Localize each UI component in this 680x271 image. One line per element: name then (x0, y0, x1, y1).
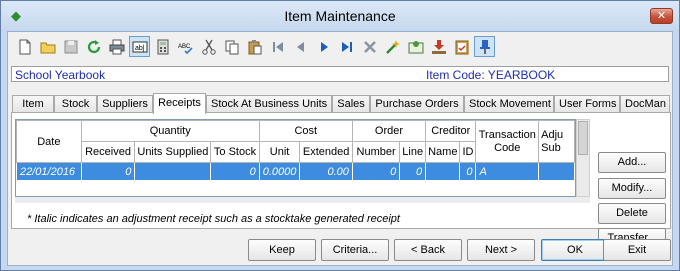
col-date[interactable]: Date (16, 120, 82, 163)
cell-unit[interactable]: 0.0000 (258, 162, 301, 181)
copy-icon[interactable] (221, 36, 242, 57)
next-button[interactable]: Next > (467, 239, 535, 261)
col-name[interactable]: Name (425, 141, 461, 163)
open-folder-icon[interactable] (37, 36, 58, 57)
receipts-grid[interactable]: Date Quantity Cost Order Creditor Transa… (15, 119, 576, 197)
import-icon[interactable] (428, 36, 449, 57)
wizard-icon[interactable] (382, 36, 403, 57)
modify-button[interactable]: Modify... (598, 178, 666, 199)
svg-text:ABC: ABC (178, 44, 191, 50)
exit-button[interactable]: Exit (603, 239, 671, 261)
delete-button[interactable]: Delete (598, 203, 666, 224)
receipts-panel: Date Quantity Cost Order Creditor Transa… (11, 112, 671, 249)
grid-vertical-scrollbar[interactable] (576, 119, 590, 197)
cell-units-supplied[interactable] (134, 162, 212, 181)
criteria-button[interactable]: Criteria... (321, 239, 389, 261)
col-group-creditor: Creditor (425, 120, 477, 142)
cut-icon[interactable] (198, 36, 219, 57)
tab-item[interactable]: Item (12, 95, 54, 113)
col-received[interactable]: Received (80, 141, 136, 163)
item-maintenance-window: ◆ Item Maintenance ✕ ab| ABC School Year… (0, 0, 680, 271)
item-code: Item Code: YEARBOOK (426, 68, 556, 82)
next-record-icon[interactable] (313, 36, 334, 57)
col-group-order: Order (351, 120, 427, 142)
tab-strip: Item Stock Suppliers Receipts Stock At B… (12, 93, 672, 114)
toolbar: ab| ABC (12, 35, 672, 59)
field-icon[interactable]: ab| (129, 36, 150, 57)
certificate-icon[interactable] (405, 36, 426, 57)
italic-note: * Italic indicates an adjustment receipt… (27, 213, 400, 225)
col-adjustment[interactable]: Adju Sub (538, 120, 575, 163)
ok-button[interactable]: OK (541, 239, 609, 261)
col-number[interactable]: Number (351, 141, 401, 163)
col-unit[interactable]: Unit (258, 141, 301, 163)
cell-id[interactable]: 0 (459, 162, 477, 181)
cell-extended[interactable]: 0.00 (299, 162, 353, 181)
spell-check-icon[interactable]: ABC (175, 36, 196, 57)
col-group-quantity: Quantity (80, 120, 260, 142)
cell-date[interactable]: 22/01/2016 (16, 162, 82, 181)
clipboard-check-icon[interactable] (451, 36, 472, 57)
close-button[interactable]: ✕ (650, 8, 673, 24)
col-extended[interactable]: Extended (299, 141, 353, 163)
tab-stock-movement[interactable]: Stock Movement (464, 95, 554, 113)
tab-user-forms[interactable]: User Forms (554, 95, 620, 113)
item-header: School Yearbook Item Code: YEARBOOK (11, 66, 669, 82)
delete-icon[interactable] (359, 36, 380, 57)
window-title: Item Maintenance (284, 8, 396, 24)
tab-docman[interactable]: DocMan (620, 95, 670, 113)
tab-receipts[interactable]: Receipts (153, 93, 206, 114)
col-units-supplied[interactable]: Units Supplied (134, 141, 212, 163)
first-record-icon[interactable] (267, 36, 288, 57)
client-area: ab| ABC School Yearbook Item Code: YEARB… (7, 31, 673, 266)
tab-stock[interactable]: Stock (54, 95, 97, 113)
back-button[interactable]: < Back (394, 239, 462, 261)
cell-to-stock[interactable]: 0 (210, 162, 260, 181)
last-record-icon[interactable] (336, 36, 357, 57)
cell-transaction-code[interactable]: A (475, 162, 540, 181)
tab-suppliers[interactable]: Suppliers (97, 95, 153, 113)
new-icon[interactable] (14, 36, 35, 57)
title-bar[interactable]: ◆ Item Maintenance ✕ (1, 1, 679, 31)
grid-horizontal-scroll-strip (15, 197, 590, 203)
cell-adjustment[interactable] (538, 162, 575, 181)
tab-purchase-orders[interactable]: Purchase Orders (370, 95, 464, 113)
col-line[interactable]: Line (399, 141, 427, 163)
col-transaction-code[interactable]: Transaction Code (475, 120, 540, 163)
cell-line[interactable]: 0 (399, 162, 427, 181)
cell-number[interactable]: 0 (351, 162, 401, 181)
keep-button[interactable]: Keep (248, 239, 316, 261)
col-group-cost: Cost (258, 120, 353, 142)
table-row[interactable]: 22/01/2016 0 0 0.0000 0.00 0 0 0 A (16, 162, 575, 181)
save-icon[interactable] (60, 36, 81, 57)
item-name: School Yearbook (15, 68, 106, 82)
tab-stock-at-business-units[interactable]: Stock At Business Units (206, 95, 332, 113)
col-id[interactable]: ID (459, 141, 477, 163)
print-icon[interactable] (106, 36, 127, 57)
scrollbar-thumb[interactable] (578, 121, 588, 155)
col-to-stock[interactable]: To Stock (210, 141, 260, 163)
pin-icon[interactable] (474, 36, 495, 57)
svg-text:ab|: ab| (135, 45, 145, 52)
add-button[interactable]: Add... (598, 152, 666, 173)
cell-received[interactable]: 0 (80, 162, 136, 181)
calculator-icon[interactable] (152, 36, 173, 57)
refresh-icon[interactable] (83, 36, 104, 57)
previous-record-icon[interactable] (290, 36, 311, 57)
cell-name[interactable] (425, 162, 461, 181)
paste-icon[interactable] (244, 36, 265, 57)
tab-sales[interactable]: Sales (332, 95, 370, 113)
